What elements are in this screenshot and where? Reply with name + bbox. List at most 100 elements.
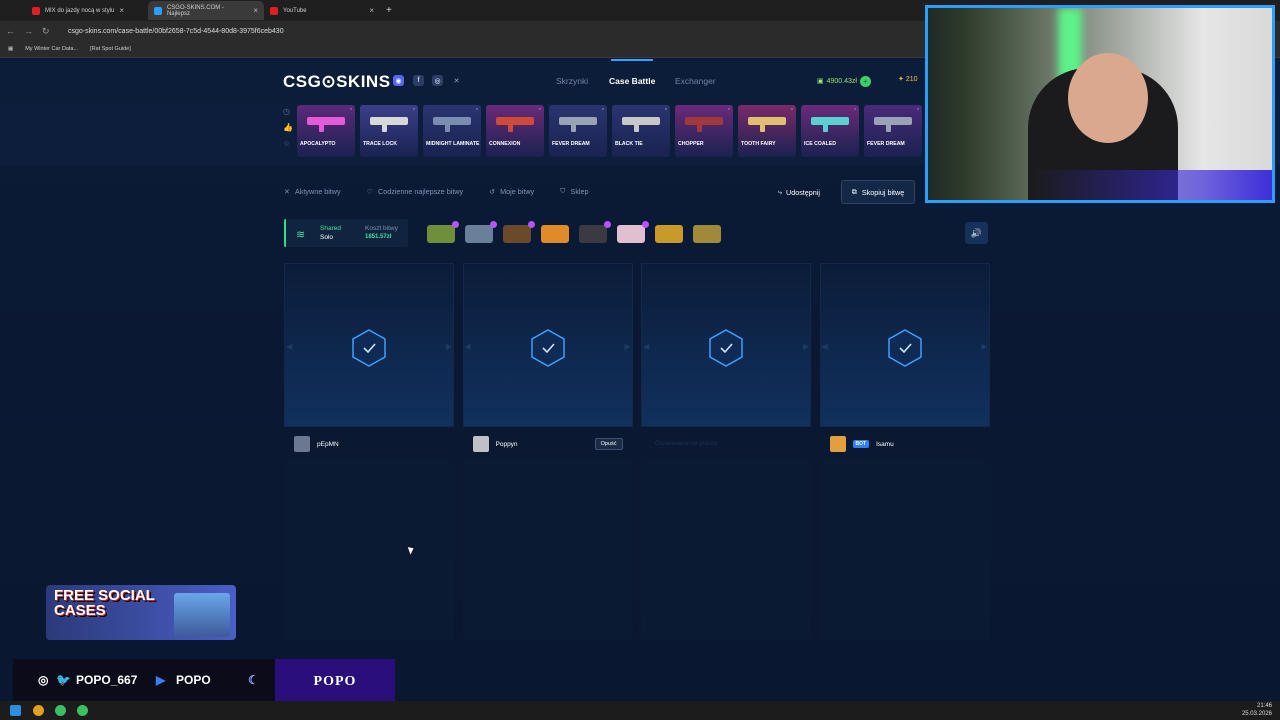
- waiting-text: Oczekiwanie na gracza: [655, 441, 718, 447]
- chrome-icon[interactable]: [55, 705, 66, 716]
- x-icon[interactable]: ✕: [451, 75, 462, 86]
- player-row: Oczekiwanie na gracza: [641, 431, 811, 457]
- app-icon[interactable]: [77, 705, 88, 716]
- live-drop-card[interactable]: ▫ MIDNIGHT LAMINATE: [423, 105, 481, 157]
- url-input[interactable]: csgo-skins.com/case-battle/00bf2658-7c5d…: [68, 28, 284, 35]
- forward-icon[interactable]: →: [24, 26, 36, 36]
- sound-toggle-button[interactable]: 🔊: [965, 222, 988, 244]
- new-tab-button[interactable]: +: [380, 1, 398, 20]
- copy-battle-button[interactable]: ⧉ Skopiuj bitwę: [841, 180, 915, 204]
- drops-filter: ◷ 👍 ☆: [283, 107, 295, 148]
- live-drop-card[interactable]: ▫ CONNEXION: [486, 105, 544, 157]
- reload-icon[interactable]: ↻: [42, 26, 54, 37]
- battle-case[interactable]: [427, 221, 459, 243]
- live-drop-card[interactable]: ▫ FEVER DREAM: [864, 105, 922, 157]
- light-glow: [928, 170, 1272, 200]
- site-logo[interactable]: CSG⊙SKINS: [283, 72, 391, 92]
- close-icon[interactable]: ▫: [413, 106, 415, 113]
- share-button[interactable]: ⤷ Udostępnij: [778, 181, 820, 203]
- brand-icon: ☾: [248, 673, 259, 687]
- chrome-icon[interactable]: [33, 705, 44, 716]
- avatar: [294, 436, 310, 452]
- bookmark-item[interactable]: [Rat Spot Guide]: [90, 46, 131, 52]
- instagram-icon[interactable]: ◎: [432, 75, 443, 86]
- player-slot-reel: ◀ ▶: [641, 263, 811, 427]
- thumbs-up-icon[interactable]: 👍: [283, 123, 295, 132]
- live-drop-card[interactable]: ▫ FEVER DREAM: [549, 105, 607, 157]
- case-count-badge: [642, 221, 649, 228]
- battle-case[interactable]: [579, 221, 611, 243]
- player-items-column: [462, 459, 633, 639]
- close-icon[interactable]: ▫: [728, 106, 730, 113]
- twitter-handle: POPO_667: [76, 673, 138, 687]
- youtube-handle: POPO: [176, 673, 211, 687]
- balance-value: 4900.43zł: [826, 77, 857, 85]
- battle-case[interactable]: [655, 225, 683, 243]
- shop-link[interactable]: ⛉ Sklep: [560, 186, 588, 196]
- close-icon[interactable]: ▫: [602, 106, 604, 113]
- close-icon[interactable]: ▫: [665, 106, 667, 113]
- nav-skrzynki[interactable]: Skrzynki: [556, 76, 588, 86]
- windows-start-icon[interactable]: [10, 705, 21, 716]
- drop-skin-name: BLACK TIE: [615, 141, 643, 147]
- reel-right-arrow-icon: ▶: [802, 342, 809, 351]
- system-clock[interactable]: 21:46 25.03.2026: [1242, 702, 1272, 718]
- browser-tab[interactable]: YouTube ×: [264, 1, 380, 20]
- live-drop-card[interactable]: ▫ TOOTH FAIRY: [738, 105, 796, 157]
- browser-tab[interactable]: MIX do jazdy nocą w stylu ×: [26, 1, 148, 20]
- facebook-icon[interactable]: f: [413, 75, 424, 86]
- live-drop-card[interactable]: ▫ APOCALYPTO: [297, 105, 355, 157]
- youtube-icon: [270, 6, 278, 15]
- youtube-icon: [32, 6, 40, 15]
- weapon-image: [370, 117, 408, 132]
- player-items-column: [284, 459, 454, 639]
- close-icon[interactable]: ×: [253, 6, 258, 15]
- case-count-badge: [452, 221, 459, 228]
- active-battles-link[interactable]: ✕ Aktywne bitwy: [284, 187, 341, 196]
- close-icon[interactable]: ▫: [350, 106, 352, 113]
- coins-value: 210: [905, 76, 918, 83]
- battle-mode-box: ≋ Shared Solo Koszt bitwy 1851.57zł: [284, 219, 408, 247]
- weapon-image: [748, 117, 786, 132]
- discord-icon[interactable]: ◉: [393, 75, 404, 86]
- close-icon[interactable]: ×: [369, 6, 374, 15]
- clock-icon[interactable]: ◷: [283, 107, 295, 116]
- clock-time: 21:46: [1256, 703, 1272, 709]
- battle-case[interactable]: [541, 225, 569, 243]
- leave-button[interactable]: Opuść: [594, 438, 623, 450]
- deposit-button[interactable]: +: [859, 75, 871, 87]
- bookmark-item[interactable]: My Winter Car Data...: [25, 46, 78, 52]
- close-icon[interactable]: ▫: [539, 106, 541, 113]
- star-icon[interactable]: ☆: [283, 139, 295, 148]
- battle-case[interactable]: [465, 221, 497, 243]
- wallet-icon: ▣: [817, 78, 824, 85]
- player-slot-reel: ◀ ▶: [462, 263, 633, 427]
- back-icon[interactable]: ←: [6, 26, 18, 36]
- close-icon[interactable]: ▫: [854, 106, 856, 113]
- battle-case[interactable]: [617, 221, 649, 243]
- apps-icon[interactable]: ▦: [8, 46, 13, 52]
- weapon-image: [874, 117, 912, 132]
- case-count-badge: [604, 221, 611, 228]
- tab-title: CSGO-SKINS.COM - Najlepsz: [166, 4, 224, 17]
- close-icon[interactable]: ▫: [476, 106, 478, 113]
- drop-skin-name: MIDNIGHT LAMINATE: [426, 141, 480, 147]
- browser-tab-active[interactable]: CSGO-SKINS.COM - Najlepsz ×: [148, 1, 264, 20]
- close-icon[interactable]: ▫: [917, 106, 919, 113]
- live-drop-card[interactable]: ▫ ICE COALED: [801, 105, 859, 157]
- my-battles-link[interactable]: ↺ Moje bitwy: [489, 187, 534, 196]
- live-drop-card[interactable]: ▫ CHOPPER: [675, 105, 733, 157]
- nav-case-battle[interactable]: Case Battle: [609, 59, 655, 86]
- close-icon[interactable]: ×: [119, 6, 124, 15]
- close-icon[interactable]: ▫: [791, 106, 793, 113]
- live-drop-card[interactable]: ▫ TRACE LOCK: [360, 105, 418, 157]
- case-count-badge: [528, 221, 535, 228]
- battle-case[interactable]: [693, 225, 721, 243]
- daily-best-battles-link[interactable]: ♡ Codzienne najlepsze bitwy: [367, 187, 464, 196]
- live-drop-card[interactable]: ▫ BLACK TIE: [612, 105, 670, 157]
- trophy-icon: ♡: [366, 186, 374, 196]
- promo-banner[interactable]: FREE SOCIAL CASES: [46, 585, 236, 640]
- nav-exchanger[interactable]: Exchanger: [675, 76, 716, 86]
- battle-case[interactable]: [503, 221, 535, 243]
- share-label: Udostępnij: [786, 187, 820, 197]
